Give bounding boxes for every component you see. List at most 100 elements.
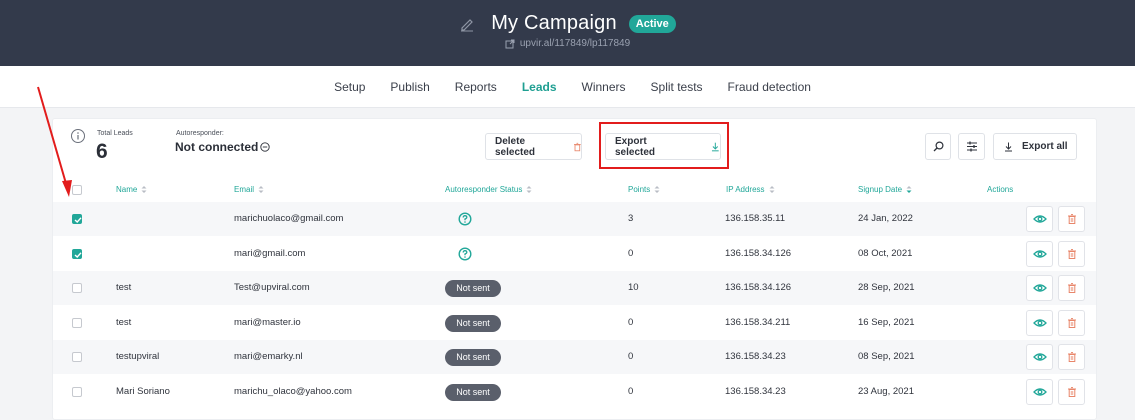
cell-email: mari@gmail.com (234, 248, 306, 259)
column-header-email[interactable]: Email (234, 185, 264, 194)
delete-selected-button[interactable]: Delete selected (485, 133, 582, 160)
status-pill: Not sent (445, 348, 501, 366)
column-header-points[interactable]: Points (628, 185, 660, 194)
export-all-label: Export all (1022, 141, 1068, 152)
info-icon[interactable] (70, 128, 86, 144)
delete-lead-button[interactable] (1058, 241, 1085, 267)
eye-icon (1032, 353, 1047, 361)
title-row: My Campaign Active (0, 12, 1135, 35)
tab-publish[interactable]: Publish (378, 80, 442, 94)
tab-winners[interactable]: Winners (569, 80, 638, 94)
cell-points: 0 (628, 386, 634, 397)
eye-icon (1032, 388, 1047, 396)
view-lead-button[interactable] (1026, 344, 1053, 370)
filter-icon (966, 141, 977, 152)
column-header-autoresponder-status[interactable]: Autoresponder Status (445, 185, 532, 194)
cell-signup-date: 08 Oct, 2021 (858, 248, 913, 259)
row-checkbox[interactable] (72, 318, 82, 328)
sort-icon (141, 186, 147, 193)
tab-fraud-detection[interactable]: Fraud detection (715, 80, 823, 94)
trash-icon (1067, 318, 1076, 328)
total-leads-label: Total Leads (97, 130, 133, 137)
sort-icon (526, 186, 532, 193)
cell-points: 10 (628, 282, 639, 293)
cell-ip-address: 136.158.34.126 (725, 282, 792, 293)
column-header-name-label: Name (116, 185, 138, 194)
column-header-ip-address[interactable]: IP Address (726, 185, 775, 194)
cell-points: 0 (628, 351, 634, 362)
cell-points: 0 (628, 317, 634, 328)
tab-split-tests[interactable]: Split tests (638, 80, 715, 94)
question-icon[interactable] (458, 247, 472, 261)
trash-icon (1067, 249, 1076, 259)
column-header-signup-date-label: Signup Date (858, 185, 903, 194)
view-lead-button[interactable] (1026, 379, 1053, 405)
table-row: marichuolaco@gmail.com 3 136.158.35.11 24 J… (53, 202, 1096, 236)
table-row: testupviral mari@emarky.nl Not sent 0 136.15… (53, 340, 1096, 374)
trash-icon (1067, 214, 1076, 224)
cell-email: Test@upviral.com (234, 282, 310, 293)
table-row: mari@gmail.com 0 136.158.34.126 08 Oct, 202… (53, 237, 1096, 271)
column-header-signup-date[interactable]: Signup Date (858, 185, 912, 194)
cell-ip-address: 136.158.35.11 (725, 213, 786, 224)
delete-lead-button[interactable] (1058, 344, 1085, 370)
cell-signup-date: 16 Sep, 2021 (858, 317, 915, 328)
tab-reports[interactable]: Reports (442, 80, 509, 94)
cell-signup-date: 08 Sep, 2021 (858, 351, 915, 362)
eye-icon (1032, 319, 1047, 327)
delete-lead-button[interactable] (1058, 379, 1085, 405)
column-header-actions-label: Actions (987, 185, 1014, 194)
column-header-name[interactable]: Name (116, 185, 147, 194)
cell-signup-date: 23 Aug, 2021 (858, 386, 914, 397)
view-lead-button[interactable] (1026, 241, 1053, 267)
sort-icon (654, 186, 660, 193)
status-pill: Not sent (445, 314, 501, 332)
edit-icon[interactable] (459, 16, 475, 32)
search-button[interactable] (925, 133, 951, 160)
cell-ip-address: 136.158.34.126 (725, 248, 792, 259)
cell-ip-address: 136.158.34.211 (725, 317, 791, 328)
select-all-checkbox[interactable] (72, 185, 82, 195)
row-checkbox[interactable] (72, 249, 82, 259)
row-checkbox[interactable] (72, 214, 82, 224)
campaign-url-row[interactable]: upvir.al/117849/lp117849 (0, 38, 1135, 49)
cell-signup-date: 28 Sep, 2021 (858, 282, 915, 293)
export-selected-button[interactable]: Export selected (605, 133, 721, 160)
row-checkbox[interactable] (72, 283, 82, 293)
column-header-email-label: Email (234, 185, 255, 194)
external-link-icon (505, 39, 515, 48)
minus-circle-icon[interactable] (260, 142, 270, 152)
view-lead-button[interactable] (1026, 310, 1053, 336)
row-checkbox[interactable] (72, 387, 82, 397)
download-icon (712, 142, 720, 151)
cell-name: Mari Soriano (116, 386, 170, 397)
cell-name: test (116, 282, 132, 293)
delete-lead-button[interactable] (1058, 206, 1085, 232)
delete-lead-button[interactable] (1058, 275, 1085, 301)
table-row: test Test@upviral.com Not sent 10 136.158.34… (53, 271, 1096, 305)
campaign-url[interactable]: upvir.al/117849/lp117849 (520, 38, 630, 49)
cell-points: 3 (628, 213, 634, 224)
row-checkbox[interactable] (72, 352, 82, 362)
eye-icon (1032, 284, 1047, 292)
cell-signup-date: 24 Jan, 2022 (858, 213, 913, 224)
question-icon[interactable] (458, 212, 472, 226)
campaign-header: My Campaign Active upvir.al/117849/lp117… (0, 0, 1135, 66)
table-row: test mari@master.io Not sent 0 136.158.34.21… (53, 306, 1096, 340)
download-icon (1005, 142, 1012, 151)
export-all-button[interactable]: Export all (993, 133, 1077, 160)
total-leads-value: 6 (96, 140, 108, 163)
autoresponder-status-text: Not connected (175, 140, 259, 154)
view-lead-button[interactable] (1026, 275, 1053, 301)
export-selected-label: Export selected (615, 135, 656, 158)
status-pill: Not sent (445, 383, 501, 401)
delete-lead-button[interactable] (1058, 310, 1085, 336)
tab-setup[interactable]: Setup (322, 80, 378, 94)
cell-ip-address: 136.158.34.23 (725, 386, 786, 397)
tab-leads[interactable]: Leads (509, 80, 569, 94)
search-icon (933, 141, 944, 152)
filter-button[interactable] (958, 133, 985, 160)
view-lead-button[interactable] (1026, 206, 1053, 232)
trash-icon (1067, 352, 1076, 362)
sort-desc-icon (906, 186, 912, 193)
